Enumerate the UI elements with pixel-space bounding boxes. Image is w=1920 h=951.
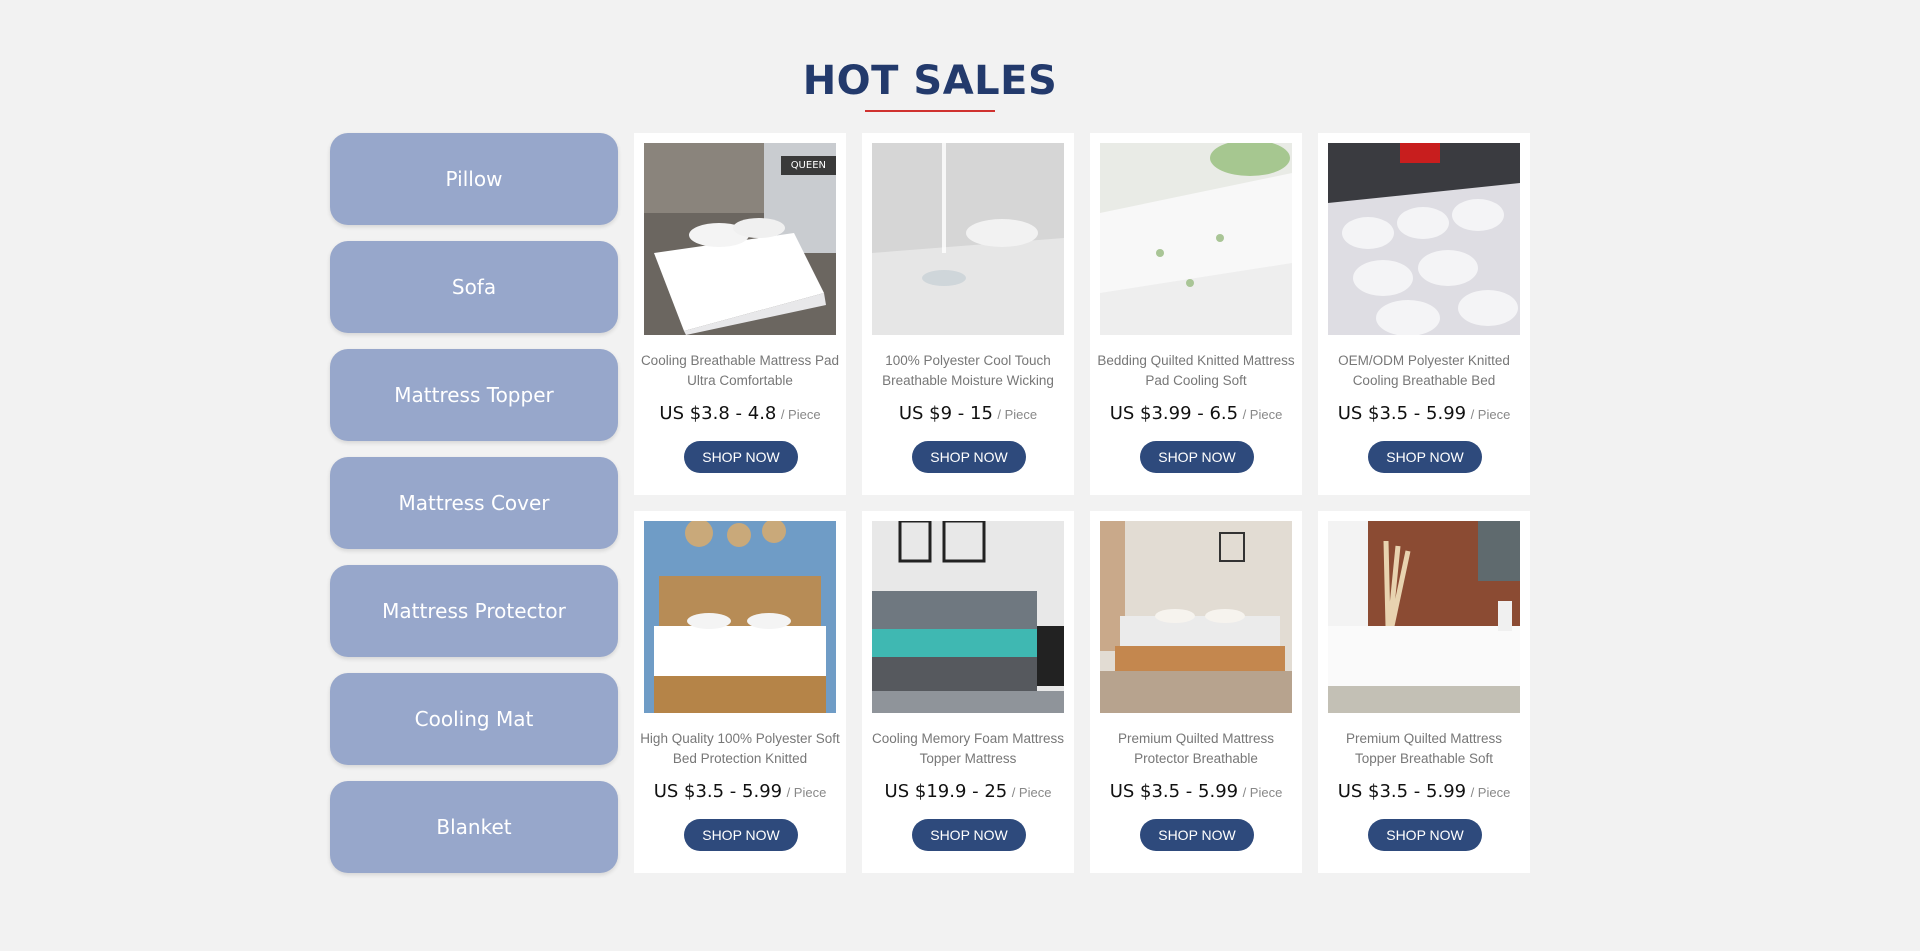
price-value: US $3.5 - 5.99	[653, 781, 783, 802]
product-name[interactable]: Cooling Memory Foam Mattress Topper Matt…	[868, 729, 1068, 771]
shop-now-button[interactable]: SHOP NOW	[1368, 819, 1482, 851]
category-blanket-button[interactable]: Blanket	[330, 781, 618, 873]
shop-now-button[interactable]: SHOP NOW	[684, 819, 798, 851]
price-unit: / Piece	[997, 407, 1038, 422]
category-mattress-topper-button[interactable]: Mattress Topper	[330, 349, 618, 441]
product-price: US $3.5 - 5.99 / Piece	[1318, 781, 1530, 802]
product-card[interactable]: High Quality 100% Polyester Soft Bed Pro…	[634, 511, 846, 873]
product-image[interactable]	[1100, 143, 1292, 335]
price-unit: / Piece	[780, 407, 821, 422]
product-price: US $19.9 - 25 / Piece	[862, 781, 1074, 802]
title-underline	[865, 110, 995, 112]
shop-now-button[interactable]: SHOP NOW	[1368, 441, 1482, 473]
price-value: US $9 - 15	[898, 403, 993, 424]
category-mattress-cover-button[interactable]: Mattress Cover	[330, 457, 618, 549]
price-value: US $3.99 - 6.5	[1109, 403, 1239, 424]
price-unit: / Piece	[1242, 407, 1283, 422]
price-unit: / Piece	[786, 785, 827, 800]
product-image[interactable]	[1328, 521, 1520, 713]
price-value: US $3.5 - 5.99	[1109, 781, 1239, 802]
price-unit: / Piece	[1011, 785, 1052, 800]
shop-now-button[interactable]: SHOP NOW	[1140, 819, 1254, 851]
product-price: US $9 - 15 / Piece	[862, 403, 1074, 424]
product-price: US $3.5 - 5.99 / Piece	[1318, 403, 1530, 424]
product-card[interactable]: Cooling Memory Foam Mattress Topper Matt…	[862, 511, 1074, 873]
product-image[interactable]: QUEEN	[644, 143, 836, 335]
product-card[interactable]: OEM/ODM Polyester Knitted Cooling Breath…	[1318, 133, 1530, 495]
category-mattress-protector-button[interactable]: Mattress Protector	[330, 565, 618, 657]
price-value: US $19.9 - 25	[884, 781, 1008, 802]
product-name[interactable]: Bedding Quilted Knitted Mattress Pad Coo…	[1096, 351, 1296, 393]
product-name[interactable]: 100% Polyester Cool Touch Breathable Moi…	[868, 351, 1068, 393]
product-price: US $3.8 - 4.8 / Piece	[634, 403, 846, 424]
shop-now-button[interactable]: SHOP NOW	[912, 441, 1026, 473]
category-pillow-button[interactable]: Pillow	[330, 133, 618, 225]
product-image[interactable]	[872, 521, 1064, 713]
product-price: US $3.5 - 5.99 / Piece	[1090, 781, 1302, 802]
product-price: US $3.5 - 5.99 / Piece	[634, 781, 846, 802]
category-cooling-mat-button[interactable]: Cooling Mat	[330, 673, 618, 765]
product-image[interactable]	[1328, 143, 1520, 335]
size-badge: QUEEN	[780, 156, 836, 175]
price-unit: / Piece	[1470, 785, 1511, 800]
price-value: US $3.5 - 5.99	[1337, 781, 1467, 802]
product-card[interactable]: Premium Quilted Mattress Protector Breat…	[1090, 511, 1302, 873]
product-card[interactable]: QUEEN Cooling Breathable Mattress Pad Ul…	[634, 133, 846, 495]
price-unit: / Piece	[1470, 407, 1511, 422]
product-name[interactable]: OEM/ODM Polyester Knitted Cooling Breath…	[1324, 351, 1524, 393]
product-price: US $3.99 - 6.5 / Piece	[1090, 403, 1302, 424]
price-value: US $3.5 - 5.99	[1337, 403, 1467, 424]
price-unit: / Piece	[1242, 785, 1283, 800]
product-image[interactable]	[1100, 521, 1292, 713]
shop-now-button[interactable]: SHOP NOW	[912, 819, 1026, 851]
product-card[interactable]: 100% Polyester Cool Touch Breathable Moi…	[862, 133, 1074, 495]
product-name[interactable]: High Quality 100% Polyester Soft Bed Pro…	[640, 729, 840, 771]
shop-now-button[interactable]: SHOP NOW	[1140, 441, 1254, 473]
product-image[interactable]	[872, 143, 1064, 335]
product-name[interactable]: Premium Quilted Mattress Protector Breat…	[1096, 729, 1296, 771]
product-image[interactable]	[644, 521, 836, 713]
product-card[interactable]: Premium Quilted Mattress Topper Breathab…	[1318, 511, 1530, 873]
price-value: US $3.8 - 4.8	[659, 403, 777, 424]
product-name[interactable]: Cooling Breathable Mattress Pad Ultra Co…	[640, 351, 840, 393]
shop-now-button[interactable]: SHOP NOW	[684, 441, 798, 473]
category-sofa-button[interactable]: Sofa	[330, 241, 618, 333]
product-card[interactable]: Bedding Quilted Knitted Mattress Pad Coo…	[1090, 133, 1302, 495]
section-title: HOT SALES	[802, 58, 1058, 104]
product-name[interactable]: Premium Quilted Mattress Topper Breathab…	[1324, 729, 1524, 771]
